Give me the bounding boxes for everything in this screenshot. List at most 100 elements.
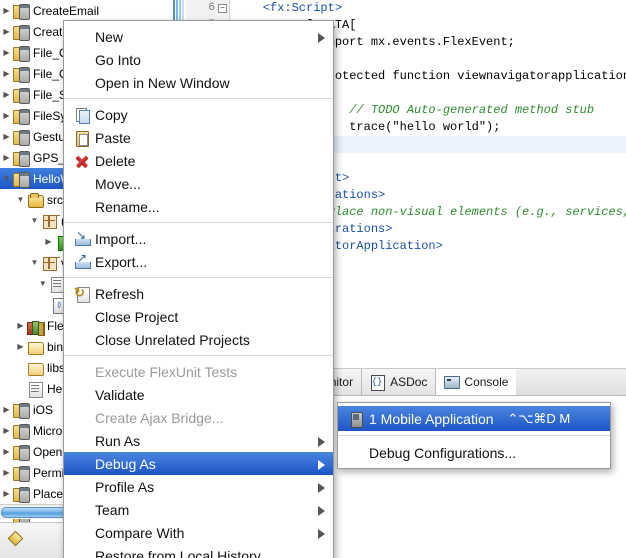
console-icon xyxy=(444,375,461,389)
mobileproject-icon xyxy=(13,444,30,461)
project-context-menu[interactable]: New Go Into Open in New Window Copy Paste Del… xyxy=(63,20,334,558)
menu-item-team[interactable]: Team xyxy=(64,498,333,521)
chevron-right-icon[interactable] xyxy=(0,84,13,105)
menu-item-import[interactable]: Import... xyxy=(64,227,333,250)
menu-item-close-unrelated-projects[interactable]: Close Unrelated Projects xyxy=(64,328,333,351)
code-text: <fx:Script> xyxy=(234,1,343,15)
tree-item[interactable]: CreateEmail xyxy=(0,0,172,21)
copy-icon xyxy=(72,107,92,124)
chevron-down-icon[interactable] xyxy=(28,252,41,273)
chevron-right-icon[interactable] xyxy=(14,336,27,357)
mobileproject-icon xyxy=(13,150,30,167)
chevron-right-icon[interactable] xyxy=(42,231,55,252)
menu-icon-spacer xyxy=(72,176,92,192)
submenu-arrow-icon xyxy=(318,505,325,516)
menu-item-label: Profile As xyxy=(95,478,155,495)
menu-icon-spacer xyxy=(72,364,92,380)
menu-icon-spacer xyxy=(72,52,92,68)
chevron-right-icon[interactable] xyxy=(14,315,27,336)
menu-item-close-project[interactable]: Close Project xyxy=(64,305,333,328)
menu-item-run-as[interactable]: Run As xyxy=(64,429,333,452)
chevron-right-icon[interactable] xyxy=(0,21,13,42)
submenu-item-label: 1 Mobile Application xyxy=(369,410,494,427)
mobileproject-icon xyxy=(13,45,30,62)
submenu-arrow-icon xyxy=(318,459,325,470)
chevron-right-icon[interactable] xyxy=(0,420,13,441)
mobileproject-icon xyxy=(13,24,30,41)
menu-item-label: Delete xyxy=(95,152,136,169)
mobileproject-icon xyxy=(13,486,30,503)
view-tab-label: Console xyxy=(464,375,509,389)
submenu-arrow-icon xyxy=(318,528,325,539)
chevron-right-icon[interactable] xyxy=(0,0,13,21)
chevron-right-icon[interactable] xyxy=(0,462,13,483)
menu-item-profile-as[interactable]: Profile As xyxy=(64,475,333,498)
chevron-down-icon[interactable] xyxy=(36,273,49,294)
menu-icon-spacer xyxy=(346,445,366,461)
package-icon xyxy=(41,255,58,271)
menu-icon-spacer xyxy=(72,75,92,91)
menu-item-label: New xyxy=(95,28,124,45)
menu-item-validate[interactable]: Validate xyxy=(64,383,333,406)
folder-icon xyxy=(27,360,44,376)
menu-item-label: Copy xyxy=(95,106,128,123)
menu-item-rename[interactable]: Rename... xyxy=(64,195,333,218)
menu-item-label: Close Project xyxy=(95,308,179,325)
menu-item-delete[interactable]: Delete xyxy=(64,149,333,172)
debug-as-submenu[interactable]: 1 Mobile Application ⌃⌥⌘D M Debug Configur… xyxy=(337,402,611,469)
menu-separator xyxy=(64,222,333,223)
code-line[interactable]: <fx:Script> xyxy=(230,0,626,17)
chevron-down-icon[interactable] xyxy=(0,168,13,189)
menu-item-new[interactable]: New xyxy=(64,25,333,48)
paste-icon xyxy=(72,130,92,147)
menu-item-restore-from-local-history[interactable]: Restore from Local History... xyxy=(64,544,333,558)
menu-item-label: Compare With xyxy=(95,524,185,541)
library-icon xyxy=(27,318,44,335)
ide-window: CreateEmailCreateTextMessageFile_Open_Sa… xyxy=(0,0,626,558)
view-tab-asdoc[interactable]: ASDoc xyxy=(362,369,437,395)
chevron-right-icon[interactable] xyxy=(0,126,13,147)
menu-item-label: Close Unrelated Projects xyxy=(95,331,250,348)
submenu-item-debug-configurations[interactable]: Debug Configurations... xyxy=(338,440,610,465)
chevron-down-icon[interactable] xyxy=(28,210,41,231)
menu-icon-spacer xyxy=(72,309,92,325)
menu-icon-spacer xyxy=(72,433,92,449)
menu-item-export[interactable]: Export... xyxy=(64,250,333,273)
keyboard-shortcut: ⌃⌥⌘D M xyxy=(507,410,571,426)
menu-item-refresh[interactable]: Refresh xyxy=(64,282,333,305)
menu-item-move[interactable]: Move... xyxy=(64,172,333,195)
package-icon-detail xyxy=(48,256,50,269)
fold-toggle-icon[interactable]: − xyxy=(218,4,227,13)
package-icon xyxy=(41,213,58,229)
mobileapp-icon xyxy=(346,411,366,428)
menu-item-paste[interactable]: Paste xyxy=(64,126,333,149)
chevron-right-icon[interactable] xyxy=(0,63,13,84)
menu-separator xyxy=(64,277,333,278)
menu-item-compare-with[interactable]: Compare With xyxy=(64,521,333,544)
submenu-arrow-icon xyxy=(318,32,325,43)
submenu-item-1-mobile-application[interactable]: 1 Mobile Application ⌃⌥⌘D M xyxy=(338,406,610,431)
chevron-right-icon[interactable] xyxy=(0,399,13,420)
chevron-right-icon[interactable] xyxy=(0,441,13,462)
chevron-down-icon[interactable] xyxy=(14,189,27,210)
chevron-right-icon[interactable] xyxy=(0,483,13,504)
chevron-right-icon[interactable] xyxy=(0,42,13,63)
chevron-right-icon[interactable] xyxy=(0,105,13,126)
chevron-right-icon[interactable] xyxy=(0,147,13,168)
menu-item-label: Rename... xyxy=(95,198,160,215)
menu-icon-spacer xyxy=(72,479,92,495)
srcfolder-icon xyxy=(27,192,44,208)
submenu-arrow-icon xyxy=(318,482,325,493)
tree-item-label: src xyxy=(47,192,63,207)
mobileproject-icon xyxy=(13,66,30,83)
view-tab-console[interactable]: Console xyxy=(436,369,517,395)
menu-icon-spacer xyxy=(72,502,92,518)
menu-item-debug-as[interactable]: Debug As xyxy=(64,452,333,475)
menu-item-label: Open in New Window xyxy=(95,74,230,91)
menu-item-copy[interactable]: Copy xyxy=(64,103,333,126)
folder-icon xyxy=(27,339,44,355)
menu-icon-spacer xyxy=(72,387,92,403)
menu-item-label: Import... xyxy=(95,230,147,247)
menu-item-go-into[interactable]: Go Into xyxy=(64,48,333,71)
menu-item-open-in-new-window[interactable]: Open in New Window xyxy=(64,71,333,94)
